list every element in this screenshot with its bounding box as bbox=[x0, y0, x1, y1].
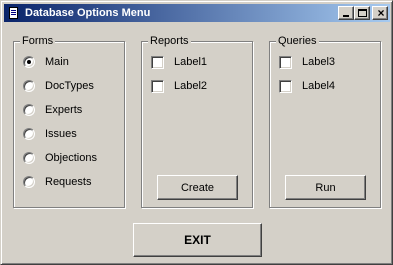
radio-experts[interactable]: Experts bbox=[23, 102, 82, 118]
close-button[interactable]: × bbox=[372, 6, 388, 20]
checkbox[interactable] bbox=[151, 55, 164, 69]
radio-objections[interactable]: Objections bbox=[23, 150, 97, 166]
checkbox[interactable] bbox=[151, 79, 164, 93]
minimize-button[interactable] bbox=[338, 6, 354, 20]
radio-label: Issues bbox=[45, 128, 77, 140]
radio-label: Main bbox=[45, 56, 69, 68]
create-button[interactable]: Create bbox=[157, 175, 238, 200]
title-bar[interactable]: Database Options Menu × bbox=[4, 4, 390, 22]
radio-button[interactable] bbox=[23, 104, 35, 116]
form-app-icon[interactable] bbox=[7, 6, 21, 20]
radio-issues[interactable]: Issues bbox=[23, 126, 77, 142]
queries-group: Queries Label3 Label4 Run bbox=[269, 34, 381, 208]
window-title: Database Options Menu bbox=[25, 7, 151, 19]
radio-button[interactable] bbox=[23, 128, 35, 140]
checkbox-label3[interactable]: Label3 bbox=[279, 54, 335, 70]
checkbox-label: Label1 bbox=[174, 56, 208, 68]
title-bar-buttons: × bbox=[338, 6, 388, 20]
radio-button[interactable] bbox=[23, 80, 35, 92]
reports-group: Reports Label1 Label2 Create bbox=[141, 34, 253, 208]
radio-main[interactable]: Main bbox=[23, 54, 69, 70]
checkbox-label: Label3 bbox=[302, 56, 336, 68]
reports-group-label: Reports bbox=[148, 34, 191, 48]
radio-label: Objections bbox=[45, 152, 97, 164]
checkbox-label2[interactable]: Label2 bbox=[151, 78, 207, 94]
maximize-button[interactable] bbox=[354, 6, 370, 20]
forms-group: Forms Main DocTypes Experts Issues Objec… bbox=[13, 34, 125, 208]
run-button[interactable]: Run bbox=[285, 175, 366, 200]
checkbox[interactable] bbox=[279, 79, 292, 93]
close-icon: × bbox=[377, 6, 385, 20]
radio-requests[interactable]: Requests bbox=[23, 174, 91, 190]
database-options-window: Database Options Menu × Forms Main DocTy… bbox=[0, 0, 393, 265]
forms-group-label: Forms bbox=[20, 34, 56, 48]
radio-label: DocTypes bbox=[45, 80, 94, 92]
checkbox-label1[interactable]: Label1 bbox=[151, 54, 207, 70]
radio-button[interactable] bbox=[23, 176, 35, 188]
minimize-icon bbox=[343, 15, 349, 17]
checkbox-label: Label2 bbox=[174, 80, 208, 92]
radio-doctypes[interactable]: DocTypes bbox=[23, 78, 94, 94]
radio-label: Requests bbox=[45, 176, 92, 188]
radio-label: Experts bbox=[45, 104, 83, 116]
exit-button[interactable]: EXIT bbox=[133, 223, 262, 257]
radio-button[interactable] bbox=[23, 152, 35, 164]
queries-group-label: Queries bbox=[276, 34, 319, 48]
checkbox-label: Label4 bbox=[302, 80, 336, 92]
radio-button[interactable] bbox=[23, 56, 35, 68]
checkbox[interactable] bbox=[279, 55, 292, 69]
maximize-icon bbox=[358, 9, 367, 17]
checkbox-label4[interactable]: Label4 bbox=[279, 78, 335, 94]
